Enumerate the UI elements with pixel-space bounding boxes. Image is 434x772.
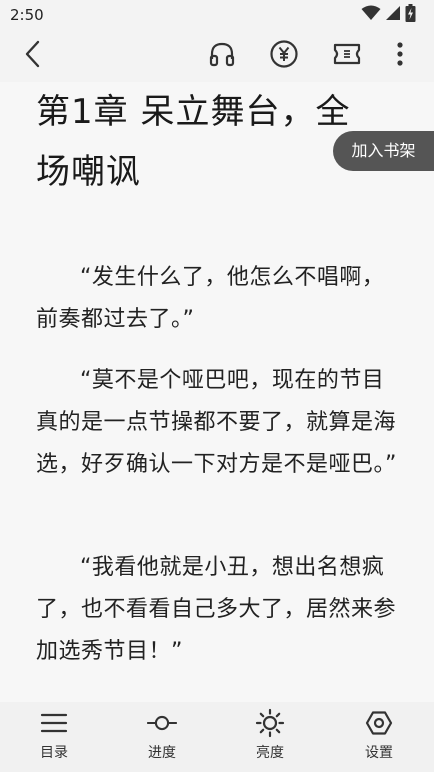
nav-label: 亮度 (256, 745, 284, 761)
menu-icon (39, 708, 69, 738)
reading-area[interactable]: 第1章 呆立舞台，全场嘲讽 加入书架 “发生什么了，他怎么不唱啊，前奏都过去了。… (0, 82, 434, 702)
more-vert-icon (396, 41, 404, 71)
nav-label: 设置 (365, 745, 393, 761)
headphones-icon (208, 40, 236, 72)
status-time: 2:50 (10, 6, 44, 24)
reward-button[interactable] (268, 40, 300, 72)
paragraph: “发生什么了，他怎么不唱啊，前奏都过去了。” (36, 265, 385, 332)
nav-label: 进度 (148, 745, 176, 761)
listen-button[interactable] (206, 40, 238, 72)
chapter-title: 第1章 呆立舞台，全场嘲讽 (36, 92, 351, 192)
paragraph: “我看他就是小丑，想出名想疯了，也不看看自己多大了，居然来参加选秀节目！” (36, 555, 397, 664)
yuan-coin-icon (269, 39, 299, 73)
reader-toolbar (0, 30, 434, 82)
status-bar: 2:50 (0, 0, 434, 30)
back-icon (23, 40, 43, 72)
nav-item-settings[interactable]: 设置 (339, 708, 419, 768)
settings-icon (364, 708, 394, 738)
bottom-nav: 目录 进度 亮度 设置 (0, 702, 434, 772)
wifi-icon (361, 5, 381, 25)
add-to-shelf-button[interactable]: 加入书架 (333, 131, 434, 171)
nav-label: 目录 (40, 745, 68, 761)
nav-item-catalog[interactable]: 目录 (14, 708, 94, 768)
more-button[interactable] (384, 40, 416, 72)
nav-item-progress[interactable]: 进度 (122, 708, 202, 768)
battery-icon (405, 4, 416, 26)
progress-icon (147, 708, 177, 738)
ticket-icon (332, 41, 362, 71)
monthly-ticket-button[interactable] (331, 40, 363, 72)
back-button[interactable] (17, 40, 49, 72)
paragraph: “莫不是个哑巴吧，现在的节目真的是一点节操都不要了，就算是海选，好歹确认一下对方… (36, 368, 397, 477)
signal-icon (385, 5, 401, 25)
nav-item-brightness[interactable]: 亮度 (230, 708, 310, 768)
brightness-icon (255, 708, 285, 738)
status-icons (361, 4, 416, 26)
